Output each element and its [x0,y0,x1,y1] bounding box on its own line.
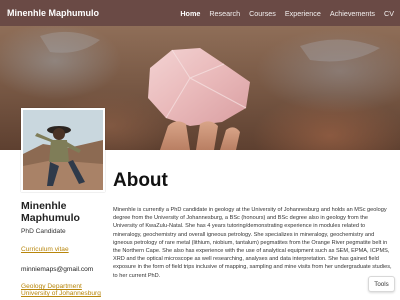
author-email: minniemaps@gmail.com [21,266,94,273]
nav-achievements[interactable]: Achievements [330,9,375,18]
site-title-link[interactable]: Minenhle Maphumulo [7,8,99,18]
tools-button[interactable]: Tools [368,276,395,292]
curriculum-vitae-link[interactable]: Curriculum vitae [21,246,105,253]
about-paragraph: Minenhle is currently a PhD candidate in… [113,207,392,279]
geology-department-link[interactable]: Geology Department [21,283,105,290]
author-role: PhD Candidate [21,228,66,235]
nav-courses[interactable]: Courses [249,9,276,18]
avatar-photo [23,110,103,190]
university-link[interactable]: University of Johannesburg [21,290,105,297]
avatar [21,108,105,192]
author-sidebar: Minenhle Maphumulo PhD Candidate Curricu… [21,108,105,297]
top-navbar: Minenhle Maphumulo Home Research Courses… [0,0,400,26]
author-name: Minenhle Maphumulo [21,200,80,224]
about-heading: About [113,170,168,191]
nav-cv[interactable]: CV [384,9,394,18]
main-nav: Home Research Courses Experience Achieve… [180,9,394,18]
nav-experience[interactable]: Experience [285,9,321,18]
nav-research[interactable]: Research [209,9,240,18]
nav-home[interactable]: Home [180,9,200,18]
